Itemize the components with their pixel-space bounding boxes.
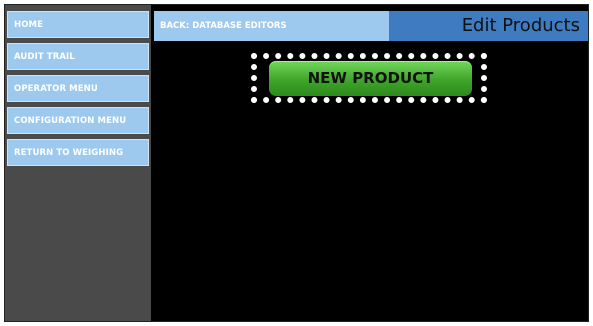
sidebar-item-operator-menu[interactable]: OPERATOR MENU <box>7 75 149 102</box>
sidebar-item-home[interactable]: HOME <box>7 11 149 38</box>
app-window: HOME AUDIT TRAIL OPERATOR MENU CONFIGURA… <box>4 4 589 322</box>
back-button[interactable]: BACK: DATABASE EDITORS <box>154 11 389 41</box>
new-product-button[interactable]: NEW PRODUCT <box>269 61 472 96</box>
page-title: Edit Products <box>389 11 588 41</box>
sidebar-item-return-to-weighing[interactable]: RETURN TO WEIGHING <box>7 139 149 166</box>
sidebar: HOME AUDIT TRAIL OPERATOR MENU CONFIGURA… <box>5 5 151 321</box>
sidebar-item-audit-trail[interactable]: AUDIT TRAIL <box>7 43 149 70</box>
sidebar-item-configuration-menu[interactable]: CONFIGURATION MENU <box>7 107 149 134</box>
